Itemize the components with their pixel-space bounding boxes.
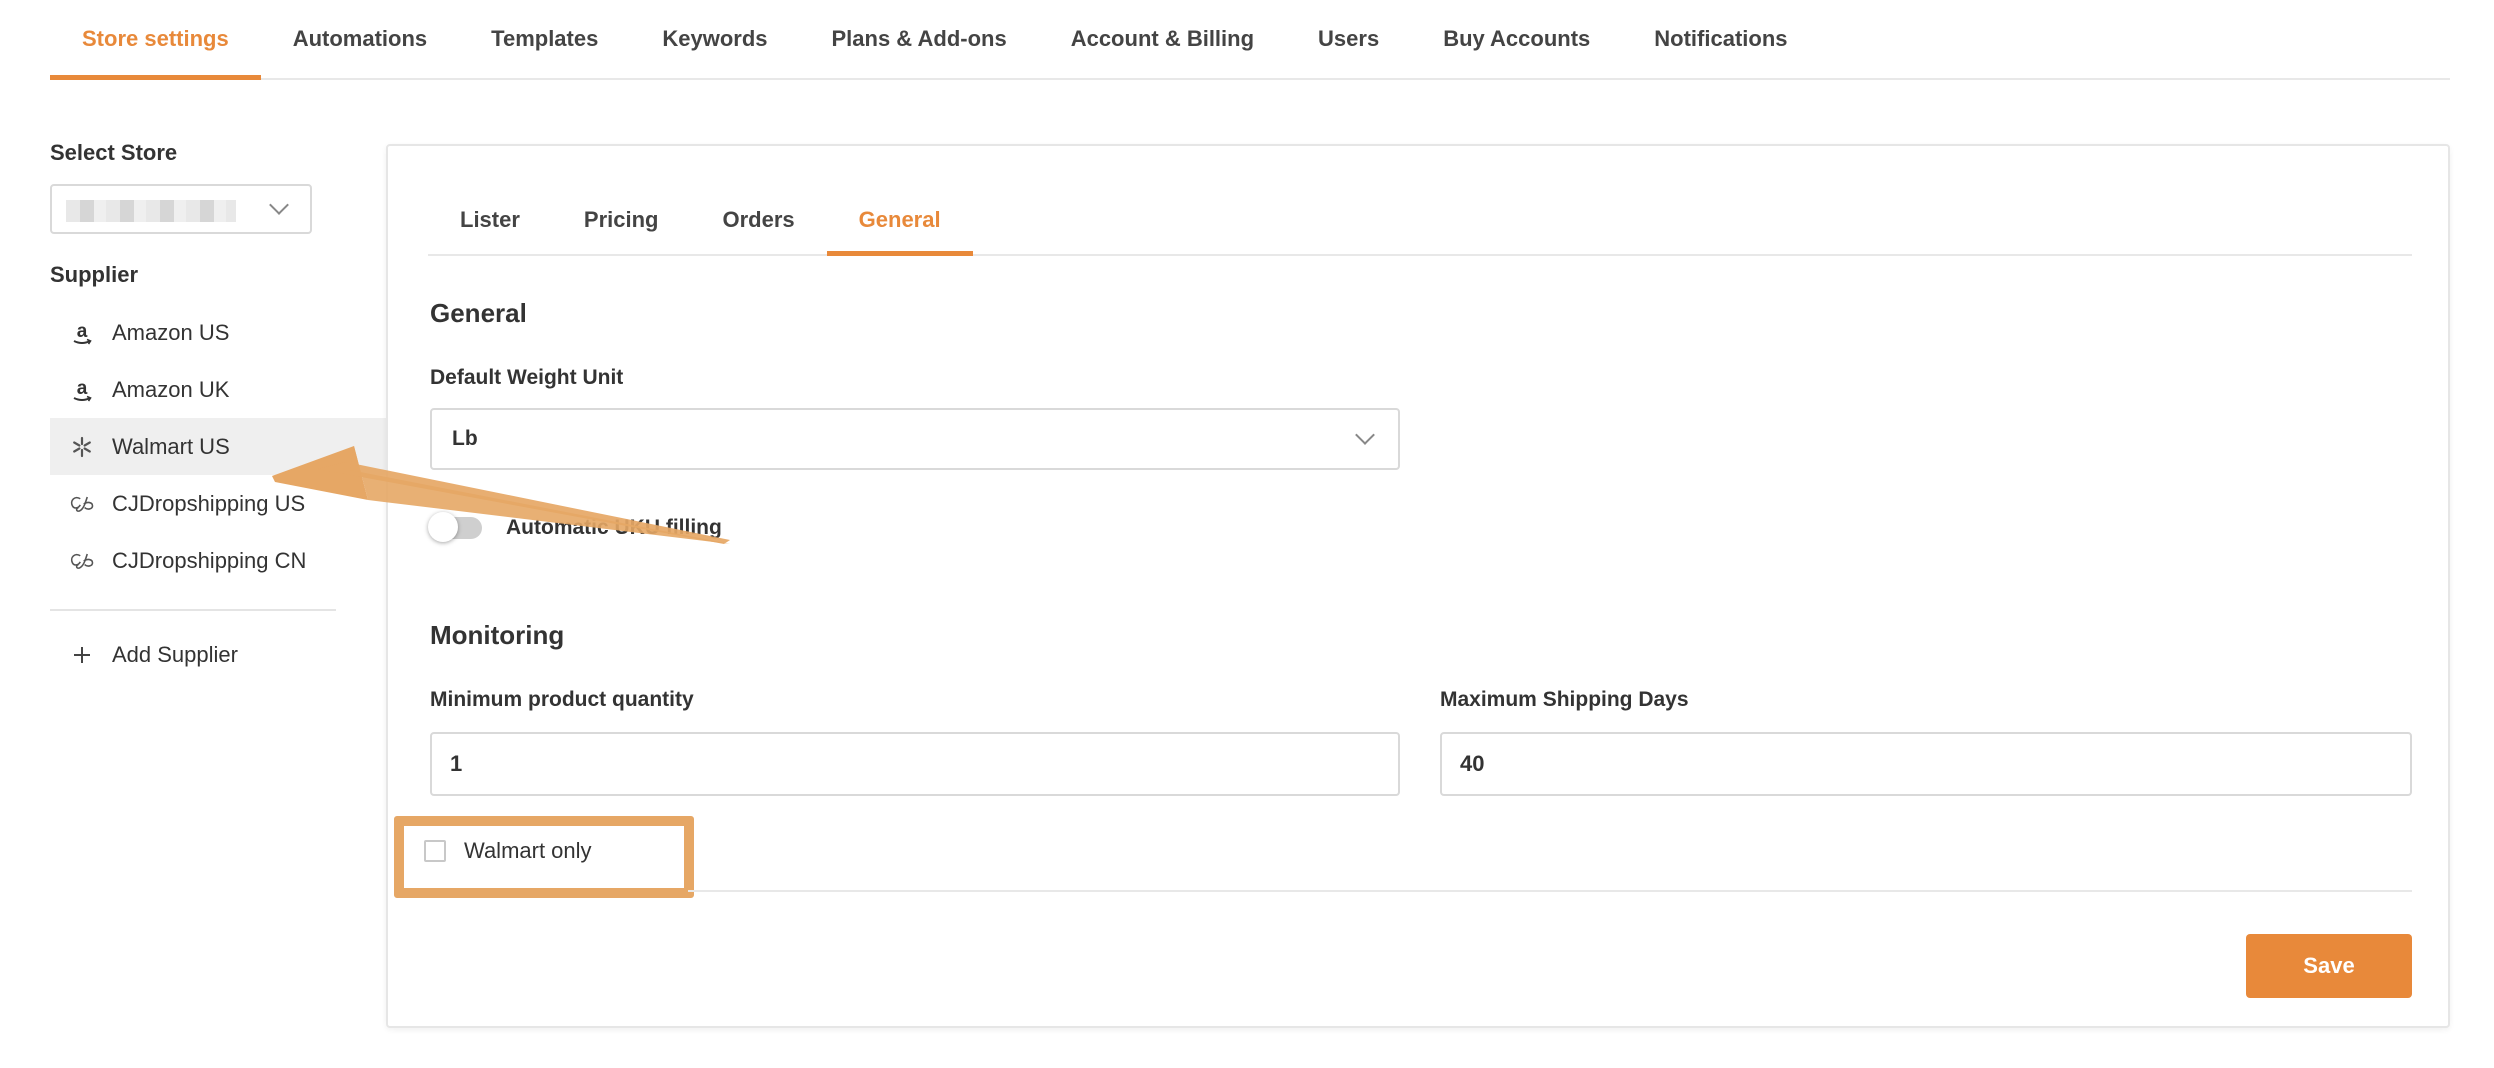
general-section-title: General bbox=[430, 298, 527, 328]
weight-unit-label: Default Weight Unit bbox=[430, 366, 624, 389]
tab-pricing[interactable]: Pricing bbox=[552, 186, 691, 254]
card-divider bbox=[688, 890, 2412, 892]
auto-filling-toggle[interactable] bbox=[428, 512, 482, 542]
add-supplier-label: Add Supplier bbox=[112, 642, 238, 667]
tab-account-billing[interactable]: Account & Billing bbox=[1039, 0, 1286, 78]
tab-keywords[interactable]: Keywords bbox=[630, 0, 799, 78]
save-button[interactable]: Save bbox=[2246, 934, 2412, 998]
supplier-label-amazon-uk: Amazon UK bbox=[112, 376, 230, 402]
settings-card: Lister Pricing Orders General General De… bbox=[386, 144, 2450, 1028]
min-qty-label: Minimum product quantity bbox=[430, 688, 694, 711]
supplier-label-cjdropshipping-us: CJDropshipping US bbox=[112, 490, 306, 516]
tab-plans-addons[interactable]: Plans & Add-ons bbox=[800, 0, 1039, 78]
tab-buy-accounts[interactable]: Buy Accounts bbox=[1411, 0, 1622, 78]
weight-unit-select[interactable]: Lb bbox=[430, 408, 1400, 470]
chevron-down-icon bbox=[269, 195, 289, 215]
min-qty-input[interactable] bbox=[430, 732, 1400, 796]
svg-text:a: a bbox=[77, 378, 88, 399]
sidebar-item-cjdropshipping-cn[interactable]: CJDropshipping CN bbox=[50, 532, 386, 589]
plus-icon bbox=[68, 641, 96, 669]
tab-lister[interactable]: Lister bbox=[428, 186, 552, 254]
amazon-icon: a bbox=[68, 376, 96, 404]
sidebar-divider bbox=[50, 609, 336, 611]
supplier-label-walmart-us: Walmart US bbox=[112, 433, 230, 459]
tab-orders[interactable]: Orders bbox=[691, 186, 827, 254]
tab-general[interactable]: General bbox=[826, 186, 973, 256]
amazon-icon: a bbox=[68, 319, 96, 347]
settings-subtabs: Lister Pricing Orders General bbox=[428, 186, 2412, 256]
tab-store-settings[interactable]: Store settings bbox=[50, 0, 261, 80]
supplier-label-cjdropshipping-cn: CJDropshipping CN bbox=[112, 547, 307, 573]
sidebar-item-amazon-uk[interactable]: a Amazon UK bbox=[50, 361, 386, 418]
redacted-store-name bbox=[66, 200, 236, 222]
top-navigation: Store settings Automations Templates Key… bbox=[50, 0, 2450, 80]
sidebar-item-cjdropshipping-us[interactable]: CJDropshipping US bbox=[50, 475, 386, 532]
store-select[interactable] bbox=[50, 184, 312, 234]
sidebar-item-amazon-us[interactable]: a Amazon US bbox=[50, 304, 386, 361]
chevron-down-icon bbox=[1355, 425, 1375, 445]
max-days-label: Maximum Shipping Days bbox=[1440, 688, 1689, 711]
svg-text:a: a bbox=[77, 321, 88, 342]
walmart-spark-icon bbox=[68, 433, 96, 461]
cjdropshipping-icon bbox=[68, 490, 96, 518]
tab-notifications[interactable]: Notifications bbox=[1622, 0, 1819, 78]
supplier-list: a Amazon US a Amazon UK Walmart US CJDro… bbox=[50, 304, 386, 589]
walmart-only-label: Walmart only bbox=[464, 838, 592, 863]
sidebar: Select Store Supplier a Amazon US a Amaz… bbox=[50, 140, 386, 675]
sidebar-item-walmart-us[interactable]: Walmart US bbox=[50, 418, 386, 475]
add-supplier-button[interactable]: Add Supplier bbox=[50, 635, 386, 675]
select-store-label: Select Store bbox=[50, 140, 178, 165]
supplier-label-amazon-us: Amazon US bbox=[112, 319, 230, 345]
walmart-only-checkbox[interactable] bbox=[424, 840, 446, 862]
max-days-input[interactable] bbox=[1440, 732, 2412, 796]
cjdropshipping-icon bbox=[68, 547, 96, 575]
auto-filling-row: Automatic UKU filling bbox=[428, 512, 722, 542]
tab-templates[interactable]: Templates bbox=[459, 0, 630, 78]
monitoring-section-title: Monitoring bbox=[430, 620, 565, 650]
supplier-label: Supplier bbox=[50, 262, 139, 287]
walmart-only-row[interactable]: Walmart only bbox=[424, 838, 592, 864]
tab-users[interactable]: Users bbox=[1286, 0, 1411, 78]
auto-filling-label: Automatic UKU filling bbox=[506, 516, 722, 539]
tab-automations[interactable]: Automations bbox=[261, 0, 459, 78]
weight-unit-value: Lb bbox=[452, 427, 478, 450]
